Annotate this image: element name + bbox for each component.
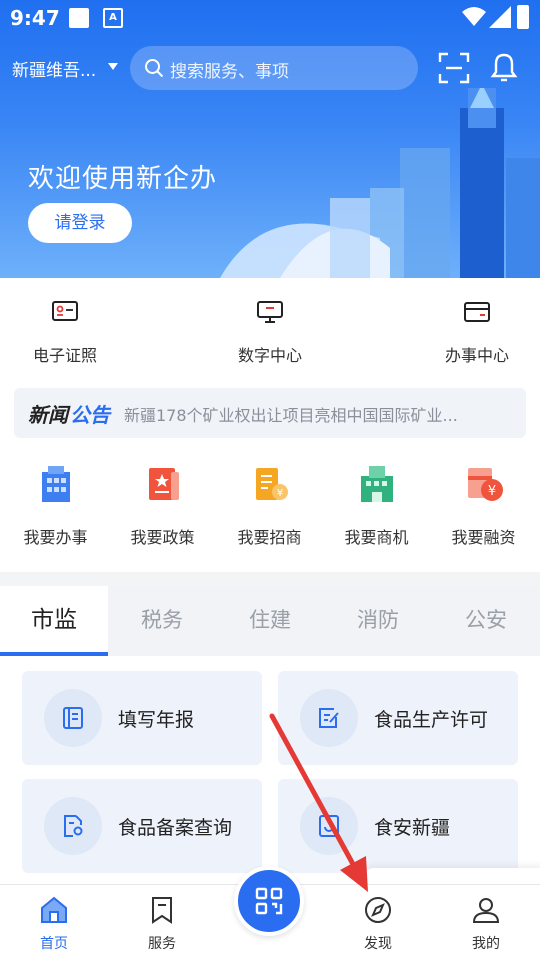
news-notice-bar[interactable]: 新闻 公告 新疆178个矿业权出让项目亮相中国国际矿业... bbox=[14, 388, 526, 438]
notice-text[interactable]: 新疆178个矿业权出让项目亮相中国国际矿业... bbox=[124, 402, 514, 426]
wifi-icon bbox=[462, 7, 486, 26]
notice-tag-announcement: 公告 bbox=[70, 403, 110, 427]
welcome-title: 欢迎使用新企办 bbox=[28, 164, 218, 194]
notification-square-icon bbox=[69, 8, 89, 28]
notice-tag-news: 新闻 bbox=[28, 403, 68, 427]
service-card-food-record-query[interactable]: 食品备案查询 bbox=[22, 779, 262, 873]
notification-a-icon: A bbox=[103, 8, 123, 28]
food-safety-icon bbox=[319, 815, 339, 837]
category-label: 我要招商 bbox=[237, 528, 302, 547]
tab-tax[interactable]: 税务 bbox=[108, 586, 216, 656]
header-banner: 9:47 A 新疆维吾... 搜索服务、事项 欢迎使用新企办 请登录 bbox=[0, 0, 540, 278]
quick-link-label: 办事中心 bbox=[444, 346, 509, 365]
edit-form-icon bbox=[319, 708, 339, 728]
department-tabs: 市监 税务 住建 消防 公安 bbox=[0, 586, 540, 656]
category-label: 我要办事 bbox=[23, 528, 88, 547]
file-search-icon bbox=[64, 815, 83, 837]
monitor-icon bbox=[257, 301, 283, 323]
tab-housing[interactable]: 住建 bbox=[216, 586, 324, 656]
service-card-food-license[interactable]: 食品生产许可 bbox=[278, 671, 518, 765]
caret-down-icon[interactable] bbox=[108, 63, 118, 70]
bell-icon[interactable] bbox=[488, 50, 520, 84]
search-placeholder: 搜索服务、事项 bbox=[170, 62, 289, 82]
nav-profile[interactable]: 我的 bbox=[432, 895, 540, 953]
search-bar[interactable]: 搜索服务、事项 bbox=[130, 46, 418, 90]
building-icon bbox=[41, 466, 70, 502]
home-icon bbox=[41, 896, 67, 923]
status-bar: 9:47 A bbox=[0, 0, 540, 36]
nav-home[interactable]: 首页 bbox=[0, 895, 108, 953]
region-selector[interactable]: 新疆维吾... bbox=[12, 56, 96, 81]
service-card-label: 填写年报 bbox=[118, 709, 195, 731]
qr-code-button[interactable] bbox=[234, 866, 304, 936]
service-card-label: 食安新疆 bbox=[374, 817, 451, 839]
svg-text:¥: ¥ bbox=[276, 488, 282, 499]
tab-police[interactable]: 公安 bbox=[432, 586, 540, 656]
policy-book-icon bbox=[148, 468, 179, 500]
service-card-grid: 填写年报 食品生产许可 食品备案查询 食安新疆 bbox=[0, 656, 540, 886]
search-icon bbox=[145, 59, 164, 78]
category-investment[interactable]: ¥ 我要招商 bbox=[216, 462, 323, 548]
id-card-icon bbox=[52, 301, 78, 321]
city-skyline-illustration bbox=[220, 88, 540, 278]
category-policy[interactable]: 我要政策 bbox=[109, 462, 216, 548]
nav-label: 我的 bbox=[472, 936, 500, 952]
bookmark-icon bbox=[152, 897, 172, 924]
nav-label: 发现 bbox=[364, 936, 392, 952]
nav-label: 首页 bbox=[40, 936, 68, 952]
service-card-food-safety-xinjiang[interactable]: 食安新疆 bbox=[278, 779, 518, 873]
login-button[interactable]: 请登录 bbox=[28, 203, 132, 243]
nav-label: 服务 bbox=[148, 936, 176, 952]
category-label: 我要商机 bbox=[344, 528, 409, 547]
category-opportunity[interactable]: 我要商机 bbox=[323, 462, 430, 548]
quick-link-service-center[interactable]: 办事中心 bbox=[412, 300, 540, 366]
service-card-label: 食品生产许可 bbox=[374, 709, 489, 731]
card-icon bbox=[464, 302, 490, 322]
main-panel: 电子证照 数字中心 办事中心 新闻 公告 新疆178个矿业权出让项目亮相中国国际… bbox=[0, 278, 540, 572]
quick-link-label: 数字中心 bbox=[237, 346, 302, 365]
signal-icon bbox=[489, 6, 511, 28]
battery-icon bbox=[517, 5, 529, 29]
nav-service[interactable]: 服务 bbox=[108, 895, 216, 953]
svg-text:¥: ¥ bbox=[487, 484, 495, 499]
category-financing[interactable]: ¥ 我要融资 bbox=[430, 462, 537, 548]
compass-icon bbox=[365, 897, 391, 923]
business-building-icon bbox=[360, 466, 393, 502]
tab-market-supervision[interactable]: 市监 bbox=[0, 586, 108, 656]
service-card-label: 食品备案查询 bbox=[118, 817, 233, 839]
category-label: 我要政策 bbox=[130, 528, 195, 547]
quick-link-label: 电子证照 bbox=[32, 346, 97, 365]
yuan-coin-icon: ¥ bbox=[467, 468, 503, 501]
quick-link-digital-center[interactable]: 数字中心 bbox=[205, 300, 335, 366]
qr-code-icon bbox=[255, 887, 283, 915]
scan-icon[interactable] bbox=[438, 52, 470, 84]
service-card-annual-report[interactable]: 填写年报 bbox=[22, 671, 262, 765]
status-time: 9:47 bbox=[10, 6, 60, 30]
user-icon bbox=[472, 898, 500, 923]
nav-discover[interactable]: 发现 bbox=[324, 895, 432, 953]
investment-icon: ¥ bbox=[255, 468, 288, 500]
report-icon bbox=[63, 707, 83, 729]
tab-fire[interactable]: 消防 bbox=[324, 586, 432, 656]
quick-link-certificates[interactable]: 电子证照 bbox=[0, 300, 130, 366]
category-label: 我要融资 bbox=[451, 528, 516, 547]
top-bar: 新疆维吾... 搜索服务、事项 bbox=[0, 44, 540, 92]
category-affairs[interactable]: 我要办事 bbox=[2, 462, 109, 548]
